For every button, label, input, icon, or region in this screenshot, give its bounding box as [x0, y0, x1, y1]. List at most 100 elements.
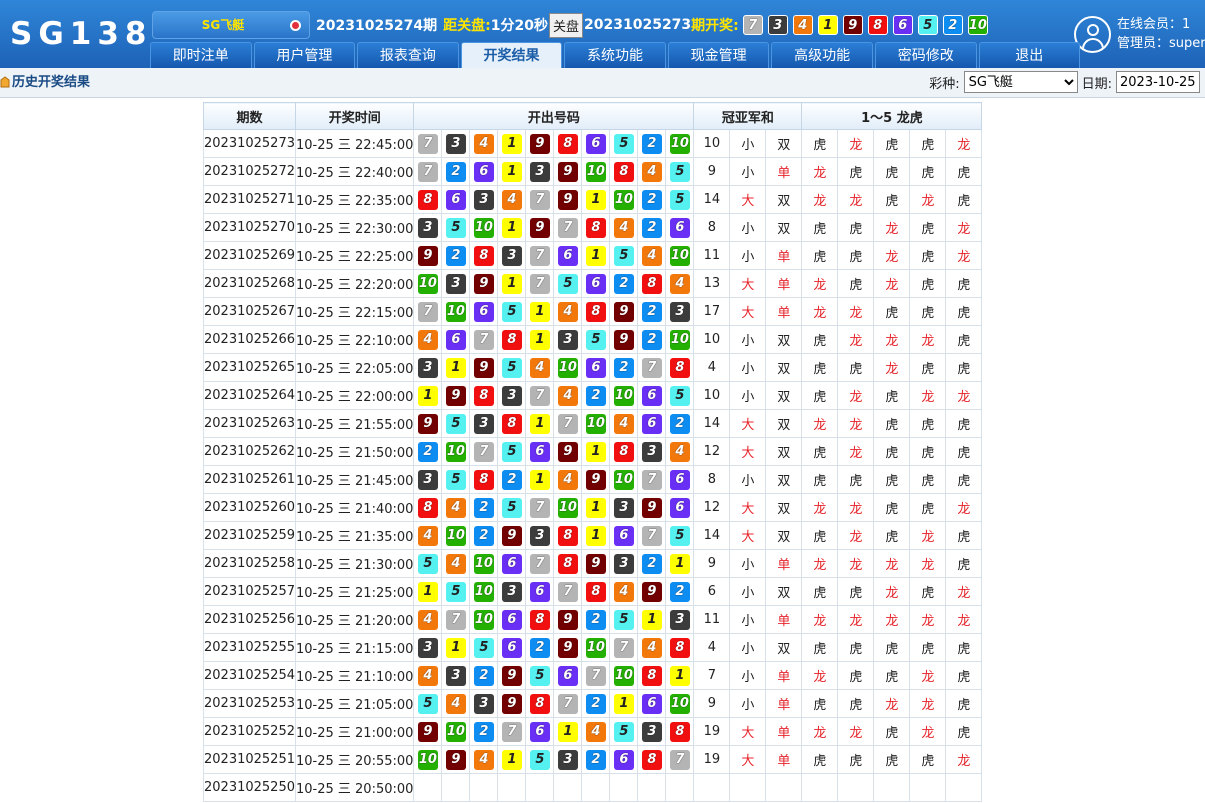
- size-cell: 小: [729, 633, 767, 662]
- ball-cell: 1: [441, 353, 471, 382]
- ball-number: 3: [417, 357, 438, 378]
- ball-cell: 4: [609, 577, 639, 606]
- ball-cell: 4: [413, 325, 443, 354]
- time-cell: 10-25 三 21:40:00: [294, 493, 415, 522]
- ball-number: 1: [557, 721, 578, 742]
- lottery-select[interactable]: SG飞艇: [963, 71, 1078, 93]
- ball-cell: 8: [553, 549, 583, 578]
- sum-cell: 12: [693, 437, 731, 466]
- parity-cell: 单: [765, 269, 803, 298]
- nav-item-7[interactable]: 密码修改: [874, 42, 977, 68]
- period-cell: 20231025254: [203, 661, 296, 690]
- nav-item-1[interactable]: 用户管理: [253, 42, 356, 68]
- sum-cell: 8: [693, 465, 731, 494]
- time-cell: 10-25 三 21:35:00: [294, 521, 415, 550]
- ball-number: 9: [641, 497, 662, 518]
- ball-number: 6: [585, 273, 606, 294]
- ball-cell: 1: [413, 577, 443, 606]
- dragon-tiger-cell: 龙: [909, 717, 947, 746]
- ball-number: 7: [557, 693, 578, 714]
- ball-cell: 5: [441, 465, 471, 494]
- ball-cell: 1: [413, 381, 443, 410]
- parity-cell: 双: [765, 437, 803, 466]
- game-selector-button[interactable]: SG飞艇: [152, 11, 310, 39]
- dragon-tiger-cell: 龙: [945, 381, 983, 410]
- ball-cell: 9: [581, 549, 611, 578]
- ball-cell: 8: [525, 605, 555, 634]
- ball-cell: 4: [469, 129, 499, 158]
- ball-number: 8: [641, 665, 662, 686]
- ball-number: 2: [529, 637, 550, 658]
- size-cell: 小: [729, 213, 767, 242]
- ball-number: 10: [585, 413, 606, 434]
- ball-number: 9: [557, 637, 578, 658]
- nav-item-5[interactable]: 现金管理: [667, 42, 770, 68]
- sum-cell: 9: [693, 157, 731, 186]
- time-cell: 10-25 三 21:10:00: [294, 661, 415, 690]
- dragon-tiger-cell: 虎: [801, 465, 839, 494]
- nav-item-6[interactable]: 高级功能: [771, 42, 873, 68]
- ball-number: 8: [473, 385, 494, 406]
- ball-number: 7: [557, 413, 578, 434]
- dragon-tiger-cell: 龙: [909, 185, 947, 214]
- ball-cell: 7: [553, 409, 583, 438]
- ball-number: 10: [613, 665, 634, 686]
- nav-item-8[interactable]: 退出: [978, 42, 1081, 68]
- ball-cell: 5: [665, 157, 695, 186]
- ball-cell: 1: [441, 633, 471, 662]
- dragon-tiger-cell: 龙: [801, 409, 839, 438]
- dragon-tiger-cell: 虎: [945, 633, 983, 662]
- ball-cell: 3: [469, 409, 499, 438]
- ball-cell: 7: [637, 521, 667, 550]
- ball-cell: 6: [581, 129, 611, 158]
- ball-cell: 8: [469, 241, 499, 270]
- ball-number: 3: [501, 245, 522, 266]
- ball-cell: 7: [497, 717, 527, 746]
- parity-cell: 单: [765, 661, 803, 690]
- nav-item-4[interactable]: 系统功能: [564, 42, 666, 68]
- ball-number: 4: [417, 329, 438, 350]
- dragon-tiger-cell: 虎: [801, 325, 839, 354]
- close-market-button[interactable]: 关盘: [549, 12, 584, 38]
- date-input[interactable]: [1116, 71, 1200, 93]
- ball-number: 3: [417, 637, 438, 658]
- dragon-tiger-cell: 虎: [873, 745, 911, 774]
- ball-number: 7: [585, 665, 606, 686]
- ball-number: 8: [557, 133, 578, 154]
- table-row: 20231025261 10-25 三 21:45:00 3 5 8 2 1 4 9 10 7 6 8 小…: [203, 465, 983, 494]
- ball-number: 7: [445, 609, 466, 630]
- ball-number: 4: [445, 497, 466, 518]
- ball-cell: 6: [581, 353, 611, 382]
- size-cell: 小: [729, 661, 767, 690]
- ball-number: 9: [613, 329, 634, 350]
- ball-number: 6: [613, 525, 634, 546]
- ball-cell: 9: [497, 661, 527, 690]
- ball-number: 9: [641, 581, 662, 602]
- ball-cell: 8: [469, 381, 499, 410]
- nav-item-3[interactable]: 开奖结果: [460, 42, 563, 68]
- ball-number: 7: [417, 161, 438, 182]
- ball-number: 6: [445, 329, 466, 350]
- time-cell: 10-25 三 21:30:00: [294, 549, 415, 578]
- ball-cell: 3: [469, 185, 499, 214]
- dragon-tiger-cell: [801, 773, 839, 802]
- period-cell: 20231025271: [203, 185, 296, 214]
- ball-cell: 3: [497, 241, 527, 270]
- ball-number: 9: [417, 413, 438, 434]
- ball-number: 6: [557, 245, 578, 266]
- dragon-tiger-cell: 虎: [837, 661, 875, 690]
- table-row: 20231025267 10-25 三 22:15:00 7 10 6 5 1 4 8 9 2 3 17…: [203, 297, 983, 326]
- ball-cell: 7: [525, 549, 555, 578]
- ball-number: 7: [417, 301, 438, 322]
- size-cell: 大: [729, 185, 767, 214]
- lottery-label: 彩种:: [929, 76, 960, 92]
- nav-item-0[interactable]: 即时注单: [150, 42, 252, 68]
- ball-cell: 5: [413, 689, 443, 718]
- ball-number: 6: [669, 497, 690, 518]
- sum-cell: 17: [693, 297, 731, 326]
- ball-cell: 4: [441, 689, 471, 718]
- last-ball: 5: [917, 15, 938, 35]
- dragon-tiger-cell: 虎: [801, 689, 839, 718]
- nav-item-2[interactable]: 报表查询: [357, 42, 459, 68]
- ball-number: 2: [641, 329, 662, 350]
